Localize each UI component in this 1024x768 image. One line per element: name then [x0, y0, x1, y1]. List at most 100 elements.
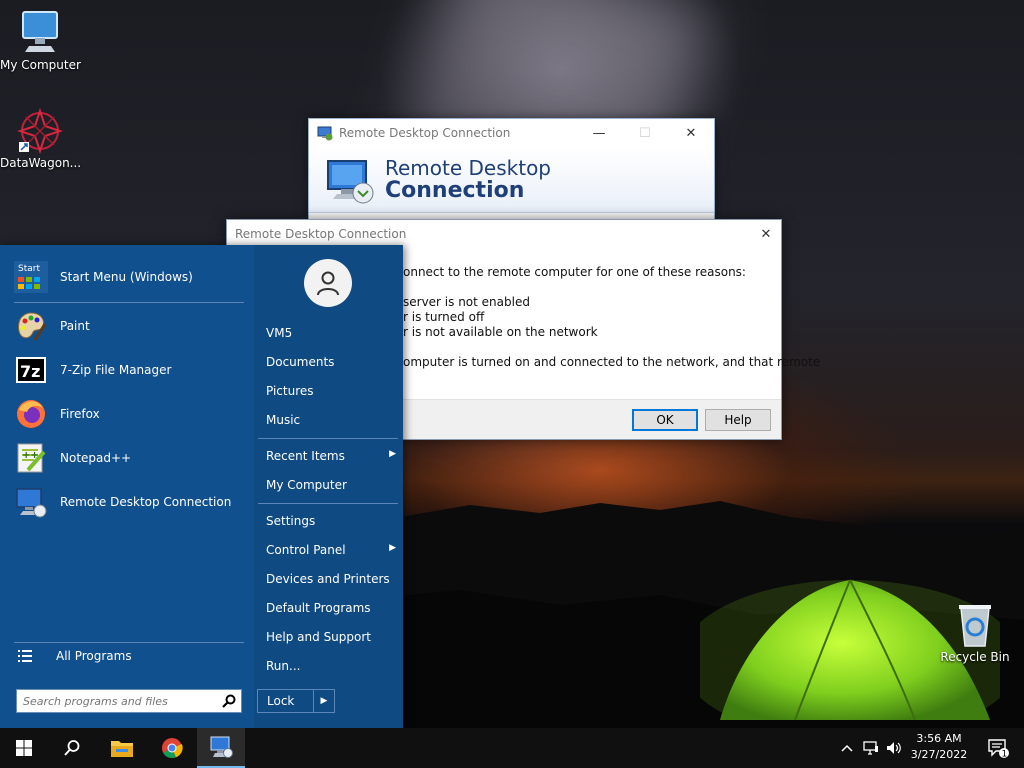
- desktop-icon-label: DataWagon...: [0, 156, 82, 170]
- desktop-icon-datawagon[interactable]: DataWagon...: [0, 108, 82, 170]
- show-hidden-icons-button[interactable]: [838, 728, 856, 768]
- place-label: Help and Support: [266, 630, 371, 644]
- error-message-line: r is not available on the network: [403, 325, 598, 339]
- error-message-line: omputer is turned on and connected to th…: [403, 355, 821, 369]
- minimize-button[interactable]: —: [576, 119, 622, 147]
- user-avatar[interactable]: [304, 259, 352, 307]
- program-firefox[interactable]: Firefox: [14, 394, 246, 434]
- desktop-icon-label: My Computer: [0, 58, 81, 72]
- file-explorer-icon: [111, 741, 133, 757]
- error-message-line: r is turned off: [403, 310, 485, 324]
- program-remote-desktop-connection[interactable]: Remote Desktop Connection: [14, 482, 246, 522]
- remote-desktop-connection-window[interactable]: Remote Desktop Connection — ☐ ✕ Remote D…: [308, 118, 715, 220]
- place-label: Control Panel: [266, 543, 346, 557]
- taskbar: 3:56 AM 3/27/2022 1: [0, 728, 1024, 768]
- place-label: VM5: [266, 326, 293, 340]
- search-input[interactable]: [17, 690, 217, 712]
- all-programs-button[interactable]: All Programs: [18, 649, 132, 663]
- taskbar-remote-desktop[interactable]: [197, 728, 245, 768]
- place-label: Recent Items: [266, 449, 345, 463]
- remote-desktop-icon: [210, 736, 233, 758]
- taskbar-file-explorer[interactable]: [98, 728, 146, 768]
- place-help-and-support[interactable]: Help and Support: [266, 630, 396, 644]
- place-label: Music: [266, 413, 301, 427]
- windows-start-icon: [16, 740, 32, 756]
- chevron-right-icon: ▶: [389, 543, 396, 553]
- paint-palette-icon: [14, 309, 48, 343]
- place-control-panel[interactable]: Control Panel ▶: [266, 543, 396, 557]
- place-label: Run...: [266, 659, 301, 673]
- place-devices-and-printers[interactable]: Devices and Printers: [266, 572, 396, 586]
- remote-desktop-icon: [14, 485, 48, 519]
- start-button[interactable]: [0, 728, 48, 768]
- program-label: Paint: [60, 319, 90, 333]
- program-start-menu-windows[interactable]: Start Start Menu (Windows): [14, 257, 246, 297]
- volume-tray-button[interactable]: [884, 728, 904, 768]
- power-options-arrow[interactable]: ▶: [314, 690, 334, 712]
- lock-button[interactable]: Lock: [258, 690, 314, 712]
- program-7zip[interactable]: 7z 7-Zip File Manager: [14, 350, 246, 390]
- program-label: Firefox: [60, 407, 100, 421]
- divider: [258, 503, 398, 504]
- start-menu-places-pane: VM5 Documents Pictures Music Recent Item…: [254, 245, 403, 728]
- place-label: Documents: [266, 355, 335, 369]
- place-default-programs[interactable]: Default Programs: [266, 601, 396, 615]
- dialog-titlebar[interactable]: Remote Desktop Connection ✕: [227, 220, 781, 248]
- place-settings[interactable]: Settings: [266, 514, 396, 528]
- chevron-right-icon: ▶: [389, 449, 396, 459]
- firefox-icon: [14, 397, 48, 431]
- program-paint[interactable]: Paint: [14, 306, 246, 346]
- list-icon: [18, 650, 32, 662]
- place-label: My Computer: [266, 478, 347, 492]
- close-button[interactable]: ✕: [668, 119, 714, 147]
- place-label: Devices and Printers: [266, 572, 390, 586]
- divider: [258, 438, 398, 439]
- help-button[interactable]: Help: [705, 409, 771, 431]
- all-programs-label: All Programs: [56, 649, 132, 663]
- seven-zip-icon: 7z: [14, 353, 48, 387]
- window-titlebar[interactable]: Remote Desktop Connection — ☐ ✕: [309, 119, 714, 147]
- search-icon[interactable]: [222, 694, 236, 708]
- place-recent-items[interactable]: Recent Items ▶: [266, 449, 396, 463]
- close-button[interactable]: ✕: [751, 220, 781, 248]
- start-icon-text: Start: [18, 264, 40, 274]
- program-label: 7-Zip File Manager: [60, 363, 172, 377]
- seven-zip-text: 7z: [20, 362, 40, 381]
- lock-button-group: Lock ▶: [257, 689, 335, 713]
- notification-icon: 1: [988, 739, 1009, 758]
- program-notepad-plus-plus[interactable]: ++ Notepad++: [14, 438, 246, 478]
- error-message-line: onnect to the remote computer for one of…: [403, 265, 746, 279]
- network-tray-button[interactable]: [861, 728, 881, 768]
- start-menu-programs-pane: Start Start Menu (Windows) Paint 7z 7-Zi…: [0, 245, 254, 728]
- start-menu-icon: Start: [14, 260, 48, 294]
- place-music[interactable]: Music: [266, 413, 396, 427]
- maximize-button[interactable]: ☐: [622, 119, 668, 147]
- place-pictures[interactable]: Pictures: [266, 384, 396, 398]
- notification-center-button[interactable]: 1: [978, 728, 1018, 768]
- start-menu[interactable]: Start Start Menu (Windows) Paint 7z 7-Zi…: [0, 245, 403, 728]
- search-box[interactable]: [16, 689, 242, 713]
- place-label: Pictures: [266, 384, 314, 398]
- window-title: Remote Desktop Connection: [339, 126, 511, 140]
- search-icon: [64, 740, 80, 756]
- place-my-computer[interactable]: My Computer: [266, 478, 396, 492]
- banner-title-line2: Connection: [385, 178, 525, 203]
- place-run[interactable]: Run...: [266, 659, 396, 673]
- rdc-banner: Remote Desktop Connection: [309, 147, 714, 213]
- taskbar-clock[interactable]: 3:56 AM 3/27/2022: [906, 731, 972, 763]
- taskbar-chrome[interactable]: [148, 728, 196, 768]
- taskbar-search-button[interactable]: [48, 728, 96, 768]
- ok-button[interactable]: OK: [632, 409, 698, 431]
- desktop-icon-my-computer[interactable]: My Computer: [0, 8, 81, 72]
- clock-date: 3/27/2022: [910, 748, 968, 761]
- dialog-title: Remote Desktop Connection: [235, 227, 407, 241]
- program-label: Start Menu (Windows): [60, 270, 193, 284]
- place-documents[interactable]: Documents: [266, 355, 396, 369]
- remote-desktop-logo-icon: [327, 160, 374, 204]
- clock-time: 3:56 AM: [916, 732, 962, 745]
- chrome-icon: [162, 738, 183, 759]
- place-vm5[interactable]: VM5: [266, 326, 396, 340]
- program-label: Notepad++: [60, 451, 132, 465]
- volume-icon: [887, 742, 901, 754]
- desktop-icon-recycle-bin[interactable]: Recycle Bin: [935, 602, 1015, 664]
